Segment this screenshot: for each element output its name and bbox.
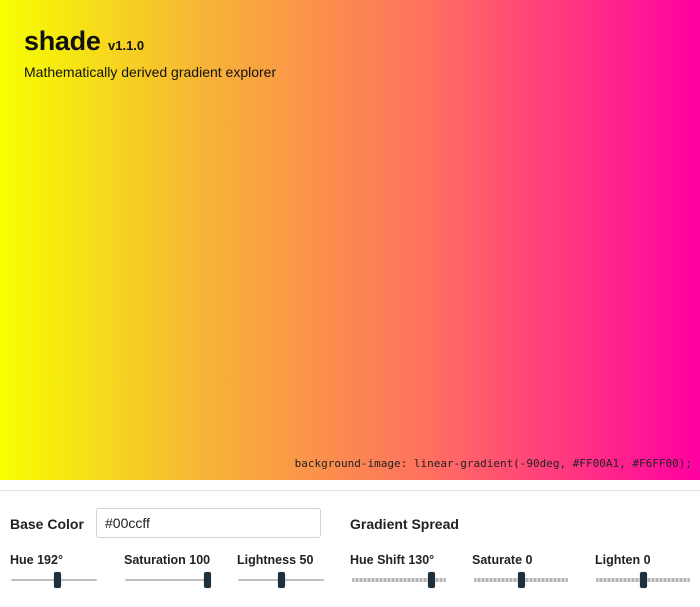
slider-thumb[interactable] <box>518 572 525 588</box>
base-color-input[interactable] <box>96 508 321 538</box>
tagline: Mathematically derived gradient explorer <box>24 64 277 80</box>
lighten-slider[interactable] <box>596 572 690 588</box>
gradient-preview: shade v1.1.0 Mathematically derived grad… <box>0 0 700 480</box>
hue-shift-slider[interactable] <box>352 572 446 588</box>
gradient-spread-label: Gradient Spread <box>350 516 459 532</box>
hue-shift-label: Hue Shift 130° <box>350 553 435 567</box>
brand: shade v1.1.0 <box>24 26 144 57</box>
app-name: shade <box>24 26 101 56</box>
css-code-output: background-image: linear-gradient(-90deg… <box>294 457 692 470</box>
lighten-label: Lighten 0 <box>595 553 651 567</box>
slider-thumb[interactable] <box>278 572 285 588</box>
saturation-label: Saturation 100 <box>124 553 211 567</box>
saturate-label: Saturate 0 <box>472 553 533 567</box>
lightness-label: Lightness 50 <box>237 553 314 567</box>
slider-thumb[interactable] <box>203 572 211 588</box>
slider-track <box>125 579 211 581</box>
saturate-slider[interactable] <box>474 572 568 588</box>
saturation-slider[interactable] <box>125 572 211 588</box>
base-color-label: Base Color <box>10 516 84 532</box>
hue-label: Hue 192° <box>10 553 63 567</box>
version-label: v1.1.0 <box>108 38 145 53</box>
hue-slider[interactable] <box>11 572 97 588</box>
lightness-slider[interactable] <box>238 572 324 588</box>
slider-thumb[interactable] <box>640 572 647 588</box>
slider-thumb[interactable] <box>427 572 435 588</box>
divider <box>0 490 700 491</box>
slider-thumb[interactable] <box>53 572 61 588</box>
